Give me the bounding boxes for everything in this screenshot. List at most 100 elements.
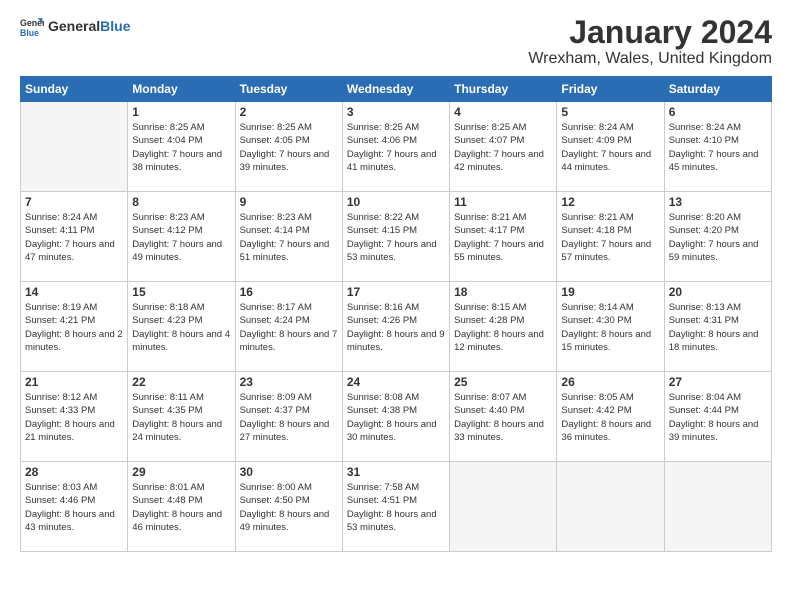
table-row: 25 Sunrise: 8:07 AM Sunset: 4:40 PM Dayli… <box>450 372 557 462</box>
table-row <box>21 102 128 192</box>
table-row: 9Sunrise: 8:23 AM Sunset: 4:14 PM Daylig… <box>235 192 342 282</box>
day-detail: Sunrise: 8:25 AM Sunset: 4:05 PM Dayligh… <box>240 121 338 174</box>
header-thursday: Thursday <box>450 77 557 102</box>
day-number: 23 <box>240 375 338 389</box>
table-row <box>557 462 664 552</box>
logo-text-block: GeneralBlue <box>48 19 130 34</box>
day-number: 12 <box>561 195 659 209</box>
table-row: 16 Sunrise: 8:17 AM Sunset: 4:24 PM Dayli… <box>235 282 342 372</box>
day-number: 8 <box>132 195 230 209</box>
week-row-1: 7 Sunrise: 8:24 AM Sunset: 4:11 PM Daylig… <box>21 192 772 282</box>
week-row-4: 28Sunrise: 8:03 AM Sunset: 4:46 PM Dayli… <box>21 462 772 552</box>
day-number: 14 <box>25 285 123 299</box>
day-detail: Sunrise: 8:21 AM Sunset: 4:17 PM Dayligh… <box>454 211 552 264</box>
day-number: 5 <box>561 105 659 119</box>
header-saturday: Saturday <box>664 77 771 102</box>
day-number: 28 <box>25 465 123 479</box>
day-detail: Sunrise: 8:23 AM Sunset: 4:12 PM Dayligh… <box>132 211 230 264</box>
day-detail: Sunrise: 8:04 AM Sunset: 4:44 PM Dayligh… <box>669 391 767 444</box>
header-monday: Monday <box>128 77 235 102</box>
table-row: 1Sunrise: 8:25 AM Sunset: 4:04 PM Daylig… <box>128 102 235 192</box>
day-detail: Sunrise: 8:24 AM Sunset: 4:10 PM Dayligh… <box>669 121 767 174</box>
week-row-2: 14 Sunrise: 8:19 AM Sunset: 4:21 PM Dayli… <box>21 282 772 372</box>
day-number: 9 <box>240 195 338 209</box>
table-row: 12 Sunrise: 8:21 AM Sunset: 4:18 PM Dayli… <box>557 192 664 282</box>
table-row: 22Sunrise: 8:11 AM Sunset: 4:35 PM Dayli… <box>128 372 235 462</box>
day-detail: Sunrise: 8:11 AM Sunset: 4:35 PM Dayligh… <box>132 391 230 444</box>
day-detail: Sunrise: 8:17 AM Sunset: 4:24 PM Dayligh… <box>240 301 338 354</box>
header-tuesday: Tuesday <box>235 77 342 102</box>
day-number: 10 <box>347 195 445 209</box>
day-number: 31 <box>347 465 445 479</box>
day-detail: Sunrise: 8:12 AM Sunset: 4:33 PM Dayligh… <box>25 391 123 444</box>
logo-icon: General Blue <box>20 15 44 39</box>
table-row: 18 Sunrise: 8:15 AM Sunset: 4:28 PM Dayli… <box>450 282 557 372</box>
table-row: 8 Sunrise: 8:23 AM Sunset: 4:12 PM Daylig… <box>128 192 235 282</box>
day-number: 20 <box>669 285 767 299</box>
day-number: 21 <box>25 375 123 389</box>
header-sunday: Sunday <box>21 77 128 102</box>
day-number: 11 <box>454 195 552 209</box>
day-detail: Sunrise: 8:14 AM Sunset: 4:30 PM Dayligh… <box>561 301 659 354</box>
day-detail: Sunrise: 8:01 AM Sunset: 4:48 PM Dayligh… <box>132 481 230 534</box>
header-wednesday: Wednesday <box>342 77 449 102</box>
week-row-0: 1Sunrise: 8:25 AM Sunset: 4:04 PM Daylig… <box>21 102 772 192</box>
day-number: 7 <box>25 195 123 209</box>
table-row: 14 Sunrise: 8:19 AM Sunset: 4:21 PM Dayli… <box>21 282 128 372</box>
header-area: General Blue GeneralBlue January 2024 Wr… <box>20 15 772 68</box>
day-detail: Sunrise: 8:07 AM Sunset: 4:40 PM Dayligh… <box>454 391 552 444</box>
table-row: 3Sunrise: 8:25 AM Sunset: 4:06 PM Daylig… <box>342 102 449 192</box>
day-number: 2 <box>240 105 338 119</box>
table-row: 13Sunrise: 8:20 AM Sunset: 4:20 PM Dayli… <box>664 192 771 282</box>
table-row: 24Sunrise: 8:08 AM Sunset: 4:38 PM Dayli… <box>342 372 449 462</box>
table-row: 23 Sunrise: 8:09 AM Sunset: 4:37 PM Dayli… <box>235 372 342 462</box>
day-number: 27 <box>669 375 767 389</box>
day-detail: Sunrise: 8:24 AM Sunset: 4:09 PM Dayligh… <box>561 121 659 174</box>
location-title: Wrexham, Wales, United Kingdom <box>528 50 772 68</box>
table-row: 26Sunrise: 8:05 AM Sunset: 4:42 PM Dayli… <box>557 372 664 462</box>
table-row <box>664 462 771 552</box>
weekday-header-row: Sunday Monday Tuesday Wednesday Thursday… <box>21 77 772 102</box>
day-number: 16 <box>240 285 338 299</box>
table-row: 19 Sunrise: 8:14 AM Sunset: 4:30 PM Dayli… <box>557 282 664 372</box>
day-number: 25 <box>454 375 552 389</box>
day-detail: Sunrise: 8:25 AM Sunset: 4:06 PM Dayligh… <box>347 121 445 174</box>
day-detail: Sunrise: 8:08 AM Sunset: 4:38 PM Dayligh… <box>347 391 445 444</box>
table-row: 30 Sunrise: 8:00 AM Sunset: 4:50 PM Dayli… <box>235 462 342 552</box>
calendar-table: Sunday Monday Tuesday Wednesday Thursday… <box>20 76 772 552</box>
table-row: 11 Sunrise: 8:21 AM Sunset: 4:17 PM Dayli… <box>450 192 557 282</box>
title-area: January 2024 Wrexham, Wales, United King… <box>528 15 772 68</box>
table-row: 7 Sunrise: 8:24 AM Sunset: 4:11 PM Daylig… <box>21 192 128 282</box>
table-row: 21 Sunrise: 8:12 AM Sunset: 4:33 PM Dayli… <box>21 372 128 462</box>
table-row: 15 Sunrise: 8:18 AM Sunset: 4:23 PM Dayli… <box>128 282 235 372</box>
day-detail: Sunrise: 8:15 AM Sunset: 4:28 PM Dayligh… <box>454 301 552 354</box>
table-row: 10Sunrise: 8:22 AM Sunset: 4:15 PM Dayli… <box>342 192 449 282</box>
day-detail: Sunrise: 8:21 AM Sunset: 4:18 PM Dayligh… <box>561 211 659 264</box>
day-number: 15 <box>132 285 230 299</box>
day-number: 30 <box>240 465 338 479</box>
day-number: 1 <box>132 105 230 119</box>
table-row <box>450 462 557 552</box>
day-number: 6 <box>669 105 767 119</box>
day-detail: Sunrise: 8:20 AM Sunset: 4:20 PM Dayligh… <box>669 211 767 264</box>
table-row: 20 Sunrise: 8:13 AM Sunset: 4:31 PM Dayli… <box>664 282 771 372</box>
day-number: 18 <box>454 285 552 299</box>
day-detail: Sunrise: 8:09 AM Sunset: 4:37 PM Dayligh… <box>240 391 338 444</box>
day-number: 17 <box>347 285 445 299</box>
day-detail: Sunrise: 8:24 AM Sunset: 4:11 PM Dayligh… <box>25 211 123 264</box>
day-number: 4 <box>454 105 552 119</box>
day-detail: Sunrise: 8:18 AM Sunset: 4:23 PM Dayligh… <box>132 301 230 354</box>
day-detail: Sunrise: 8:00 AM Sunset: 4:50 PM Dayligh… <box>240 481 338 534</box>
table-row: 27 Sunrise: 8:04 AM Sunset: 4:44 PM Dayli… <box>664 372 771 462</box>
table-row: 5 Sunrise: 8:24 AM Sunset: 4:09 PM Daylig… <box>557 102 664 192</box>
table-row: 31Sunrise: 7:58 AM Sunset: 4:51 PM Dayli… <box>342 462 449 552</box>
logo-blue: Blue <box>100 18 130 34</box>
day-detail: Sunrise: 8:13 AM Sunset: 4:31 PM Dayligh… <box>669 301 767 354</box>
logo: General Blue GeneralBlue <box>20 15 130 39</box>
table-row: 17Sunrise: 8:16 AM Sunset: 4:26 PM Dayli… <box>342 282 449 372</box>
day-number: 19 <box>561 285 659 299</box>
logo-general: General <box>48 18 100 34</box>
day-detail: Sunrise: 8:19 AM Sunset: 4:21 PM Dayligh… <box>25 301 123 354</box>
table-row: 4Sunrise: 8:25 AM Sunset: 4:07 PM Daylig… <box>450 102 557 192</box>
header-friday: Friday <box>557 77 664 102</box>
